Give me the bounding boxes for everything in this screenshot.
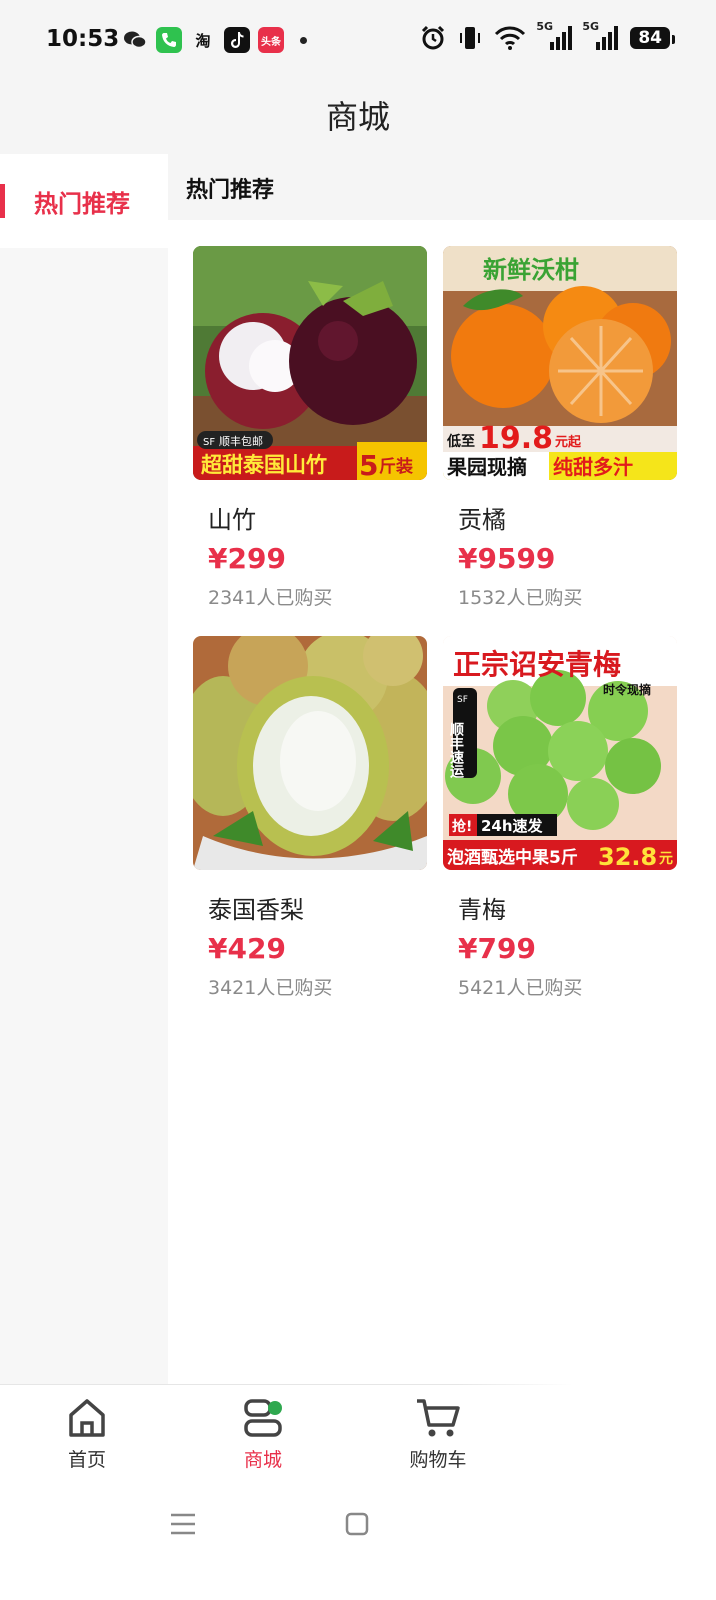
signal-icon-2: 5G [582, 20, 619, 50]
image-banner-text: 超甜泰国山竹 [201, 453, 327, 477]
product-image[interactable]: SF 顺丰包邮 超甜泰国山竹 5 斤装 [193, 246, 427, 480]
image-banner-unit: 元 [659, 851, 673, 867]
product-sold-count: 5421人已购买 [458, 977, 583, 999]
image-banner-text: 泡酒甄选中果5斤 [447, 847, 578, 868]
product-price: ¥429 [208, 932, 286, 965]
product-name: 泰国香梨 [208, 896, 304, 924]
battery-indicator: 84 [630, 27, 675, 49]
product-name: 贡橘 [458, 506, 506, 534]
store-icon [244, 1399, 282, 1437]
system-nav-bar [0, 1484, 716, 1600]
image-top-text: 新鲜沃柑 [483, 256, 579, 284]
image-sub-text: 时令现摘 [603, 682, 651, 697]
alarm-icon [422, 25, 445, 50]
image-badge: 顺丰包邮 [219, 435, 263, 448]
product-price: ¥799 [458, 932, 536, 965]
product-price: ¥9599 [458, 542, 556, 575]
status-time: 10:53 [46, 26, 120, 52]
tiktok-icon [224, 27, 250, 53]
tab-label: 首页 [67, 1449, 106, 1471]
system-icons: 5G 5G 84 [420, 20, 675, 51]
product-sold-count: 1532人已购买 [458, 587, 583, 609]
cart-icon [417, 1399, 460, 1437]
signal-icon-1: 5G [536, 20, 573, 50]
network-type-label: 5G [582, 20, 600, 33]
wechat-icon [122, 27, 148, 53]
active-indicator [0, 184, 5, 218]
product-card[interactable]: 正宗诏安青梅 时令现摘 SF 顺丰速运 抢! 24h速发 泡酒甄选中果5斤 32… [443, 636, 679, 1016]
network-type-label: 5G [536, 20, 554, 33]
image-grab-text: 抢! [452, 818, 472, 835]
home-button-icon[interactable] [345, 1512, 369, 1536]
sf-logo: SF [457, 695, 468, 705]
image-low-price: 19.8 [479, 421, 553, 456]
status-bar: 10:53 淘 头条 5G 5G 84 [0, 0, 716, 80]
product-name: 山竹 [208, 506, 256, 534]
page-title: 商城 [325, 98, 390, 136]
product-card[interactable]: 泰国香梨 ¥429 3421人已购买 [193, 636, 429, 1016]
product-sold-count: 3421人已购买 [208, 977, 333, 999]
image-banner-unit: 斤装 [379, 456, 413, 477]
tab-label: 商城 [243, 1449, 282, 1471]
more-notifications-dot [300, 36, 307, 44]
notification-icons: 淘 头条 [122, 27, 307, 53]
image-side-text: 顺丰速运 [448, 722, 464, 779]
page-header: 商城 [0, 80, 716, 154]
wifi-icon [495, 26, 526, 50]
product-sold-count: 2341人已购买 [208, 587, 333, 609]
image-low-suffix: 元起 [555, 434, 582, 450]
menu-icon[interactable] [170, 1512, 196, 1536]
image-banner-left: 果园现摘 [447, 455, 527, 479]
image-top-text: 正宗诏安青梅 [453, 648, 621, 681]
product-image[interactable] [193, 636, 427, 870]
product-image[interactable]: 正宗诏安青梅 时令现摘 SF 顺丰速运 抢! 24h速发 泡酒甄选中果5斤 32… [443, 636, 677, 870]
vibrate-icon [460, 27, 481, 49]
product-card[interactable]: SF 顺丰包邮 超甜泰国山竹 5 斤装 山竹 ¥299 2341人已购买 [193, 246, 429, 626]
section-title: 热门推荐 [186, 178, 275, 203]
image-banner-number: 5 [359, 449, 378, 480]
toutiao-icon: 头条 [258, 27, 284, 53]
product-card[interactable]: 新鲜沃柑 低至 19.8 元起 果园现摘 纯甜多汁 贡橘 ¥9599 1532人… [443, 246, 679, 626]
taobao-icon: 淘 [195, 31, 211, 50]
product-name: 青梅 [458, 896, 506, 924]
tab-store[interactable]: 商城 [203, 1397, 323, 1472]
image-banner-price: 32.8 [598, 843, 657, 870]
sidebar-item-label: 热门推荐 [34, 190, 130, 218]
section-header: 热门推荐 [168, 154, 716, 220]
category-sidebar: 热门推荐 [0, 154, 168, 1384]
tab-home[interactable]: 首页 [27, 1397, 147, 1472]
image-low-prefix: 低至 [446, 433, 475, 450]
sf-logo: SF [203, 437, 215, 448]
product-price: ¥299 [208, 542, 286, 575]
home-icon [69, 1399, 105, 1437]
product-image[interactable]: 新鲜沃柑 低至 19.8 元起 果园现摘 纯甜多汁 [443, 246, 677, 480]
phone-icon [156, 27, 182, 53]
sidebar-item-hot[interactable]: 热门推荐 [0, 154, 168, 248]
image-fast-text: 24h速发 [481, 817, 544, 835]
image-banner-right: 纯甜多汁 [553, 455, 633, 479]
